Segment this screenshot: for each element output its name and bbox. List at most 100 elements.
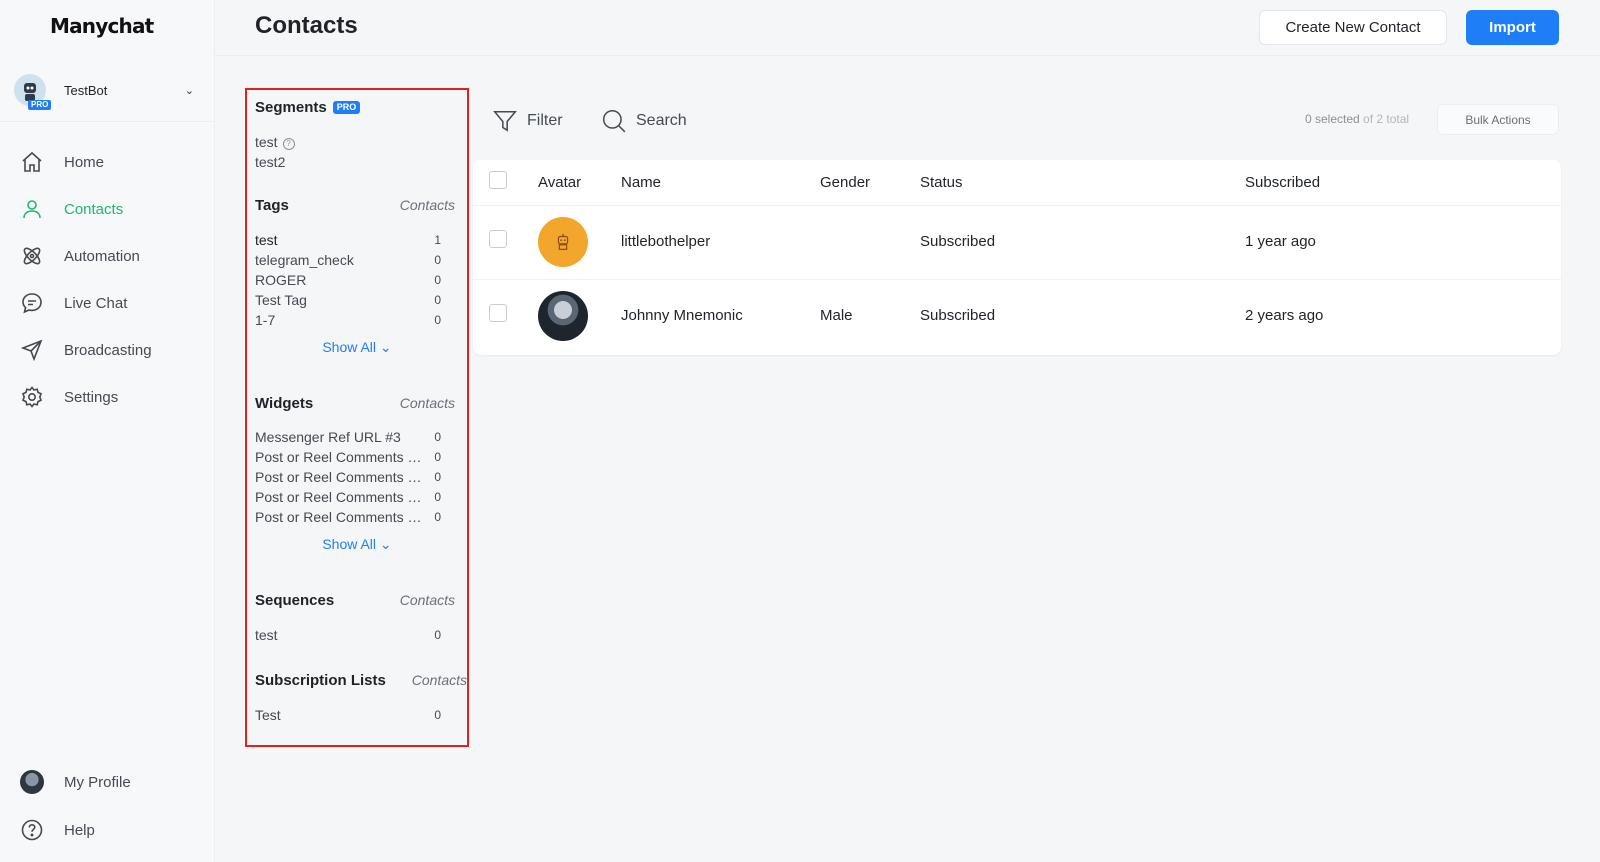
tag-item[interactable]: telegram_check 0 <box>255 250 441 270</box>
bot-switcher[interactable]: PRO TestBot ⌄ <box>14 72 204 110</box>
sequences-contacts-label: Contacts <box>399 592 455 608</box>
tag-item[interactable]: Test Tag 0 <box>255 290 441 310</box>
filter-button[interactable]: Filter <box>492 108 563 134</box>
contact-gender: Male <box>820 307 853 324</box>
widget-item[interactable]: Messenger Ref URL #3 0 <box>255 427 441 447</box>
tags-contacts-label: Contacts <box>399 197 455 213</box>
bulk-actions-button[interactable]: Bulk Actions <box>1437 104 1559 135</box>
sidebar-item-label: Automation <box>64 247 140 265</box>
sequences-header: Sequences Contacts <box>255 590 455 610</box>
sidebar-item-label: My Profile <box>64 773 131 791</box>
tag-name: telegram_check <box>255 252 354 268</box>
sidebar-item-label: Help <box>64 821 95 839</box>
sidebar-item-label: Broadcasting <box>64 341 152 359</box>
widget-count: 0 <box>434 430 441 444</box>
show-all-label: Show All <box>322 536 377 552</box>
help-icon[interactable]: ? <box>282 138 295 150</box>
sidebar-item-automation[interactable]: Automation <box>20 242 200 270</box>
select-all-checkbox[interactable] <box>489 171 507 189</box>
tag-item[interactable]: ROGER 0 <box>255 270 441 290</box>
segment-item[interactable]: test2 <box>255 152 441 172</box>
pro-badge: PRO <box>332 101 361 114</box>
page-title: Contacts <box>255 12 358 39</box>
segment-item[interactable]: test? <box>255 132 441 152</box>
subscription-list-item[interactable]: Test 0 <box>255 705 441 725</box>
pro-badge: PRO <box>28 100 52 110</box>
sidebar-item-label: Home <box>64 153 105 171</box>
column-header-gender[interactable]: Gender <box>820 174 870 191</box>
contact-avatar[interactable] <box>538 291 588 341</box>
sidebar-item-live-chat[interactable]: Live Chat <box>20 289 200 317</box>
search-icon <box>602 109 626 133</box>
filter-icon <box>493 111 517 132</box>
contacts-table: Avatar Name Gender Status Subscribed lit… <box>473 160 1561 355</box>
widget-count: 0 <box>434 510 441 524</box>
row-divider <box>473 205 1561 206</box>
import-button[interactable]: Import <box>1466 10 1559 45</box>
widgets-header: Widgets Contacts <box>255 393 455 413</box>
filter-panel: Segments PRO test? test2 Tags Contacts te… <box>245 88 469 747</box>
selected-count: 0 selected <box>1305 112 1360 126</box>
tag-count: 0 <box>434 293 441 307</box>
tag-item[interactable]: test 1 <box>255 230 441 250</box>
bot-avatar: PRO <box>14 74 52 110</box>
column-header-name[interactable]: Name <box>621 174 661 191</box>
widget-name: Post or Reel Comments #2 <box>255 469 423 485</box>
tag-name: 1-7 <box>255 312 276 328</box>
widget-item[interactable]: Post or Reel Comments #1 0 <box>255 447 441 467</box>
widget-item[interactable]: Post or Reel Comments #4 0 <box>255 507 441 527</box>
show-all-label: Show All <box>322 339 377 355</box>
tag-item[interactable]: 1-7 0 <box>255 310 441 330</box>
row-divider <box>473 279 1561 280</box>
sequence-item[interactable]: test 0 <box>255 625 441 645</box>
widget-item[interactable]: Post or Reel Comments #2 0 <box>255 467 441 487</box>
sidebar-item-label: Live Chat <box>64 294 128 312</box>
contact-subscribed: 1 year ago <box>1245 233 1316 250</box>
automation-icon <box>20 244 44 268</box>
widget-count: 0 <box>434 470 441 484</box>
subscription-list-count: 0 <box>434 708 441 722</box>
widgets-show-all-link[interactable]: Show All ⌄ <box>302 536 412 556</box>
row-checkbox[interactable] <box>489 304 507 322</box>
sidebar-item-broadcasting[interactable]: Broadcasting <box>20 336 200 364</box>
subscription-list-name: Test <box>255 707 281 723</box>
chevron-down-icon: ⌄ <box>184 84 194 97</box>
column-header-status[interactable]: Status <box>920 174 963 191</box>
widget-item[interactable]: Post or Reel Comments #3 0 <box>255 487 441 507</box>
contact-avatar[interactable] <box>538 217 588 267</box>
sequences-title: Sequences <box>255 591 335 609</box>
sidebar-item-label: Settings <box>64 388 119 406</box>
chat-icon <box>20 291 44 315</box>
tags-header: Tags Contacts <box>255 195 455 215</box>
tags-show-all-link[interactable]: Show All ⌄ <box>302 339 412 359</box>
sidebar-item-settings[interactable]: Settings <box>20 383 200 411</box>
search-label: Search <box>636 112 687 129</box>
contact-name[interactable]: littlebothelper <box>621 233 710 250</box>
widget-count: 0 <box>434 450 441 464</box>
column-header-subscribed[interactable]: Subscribed <box>1245 174 1320 191</box>
search-button[interactable]: Search <box>601 108 687 134</box>
manychat-logo[interactable]: Manychat <box>50 14 154 38</box>
segments-header: Segments PRO <box>255 98 455 118</box>
column-header-avatar[interactable]: Avatar <box>538 174 581 191</box>
sidebar-item-my-profile[interactable]: My Profile <box>20 768 200 796</box>
tag-count: 0 <box>434 273 441 287</box>
tags-title: Tags <box>255 196 289 214</box>
row-checkbox[interactable] <box>489 230 507 248</box>
home-icon <box>20 150 44 174</box>
bot-name: TestBot <box>64 82 108 98</box>
widget-name: Post or Reel Comments #4 <box>255 509 423 525</box>
contact-status: Subscribed <box>920 307 996 324</box>
widget-count: 0 <box>434 490 441 504</box>
sidebar: Manychat PRO TestBot ⌄ Home Contacts Aut… <box>0 0 215 862</box>
gear-icon <box>20 385 44 409</box>
contact-subscribed: 2 years ago <box>1245 307 1324 324</box>
total-count: of 2 total <box>1363 112 1410 126</box>
sidebar-item-home[interactable]: Home <box>20 148 200 176</box>
widgets-contacts-label: Contacts <box>399 395 455 411</box>
sidebar-item-help[interactable]: Help <box>20 816 200 844</box>
sidebar-item-contacts[interactable]: Contacts <box>20 195 200 223</box>
subscription-lists-title: Subscription Lists <box>255 671 386 689</box>
create-new-contact-button[interactable]: Create New Contact <box>1259 10 1447 45</box>
contact-name[interactable]: Johnny Mnemonic <box>621 307 743 324</box>
